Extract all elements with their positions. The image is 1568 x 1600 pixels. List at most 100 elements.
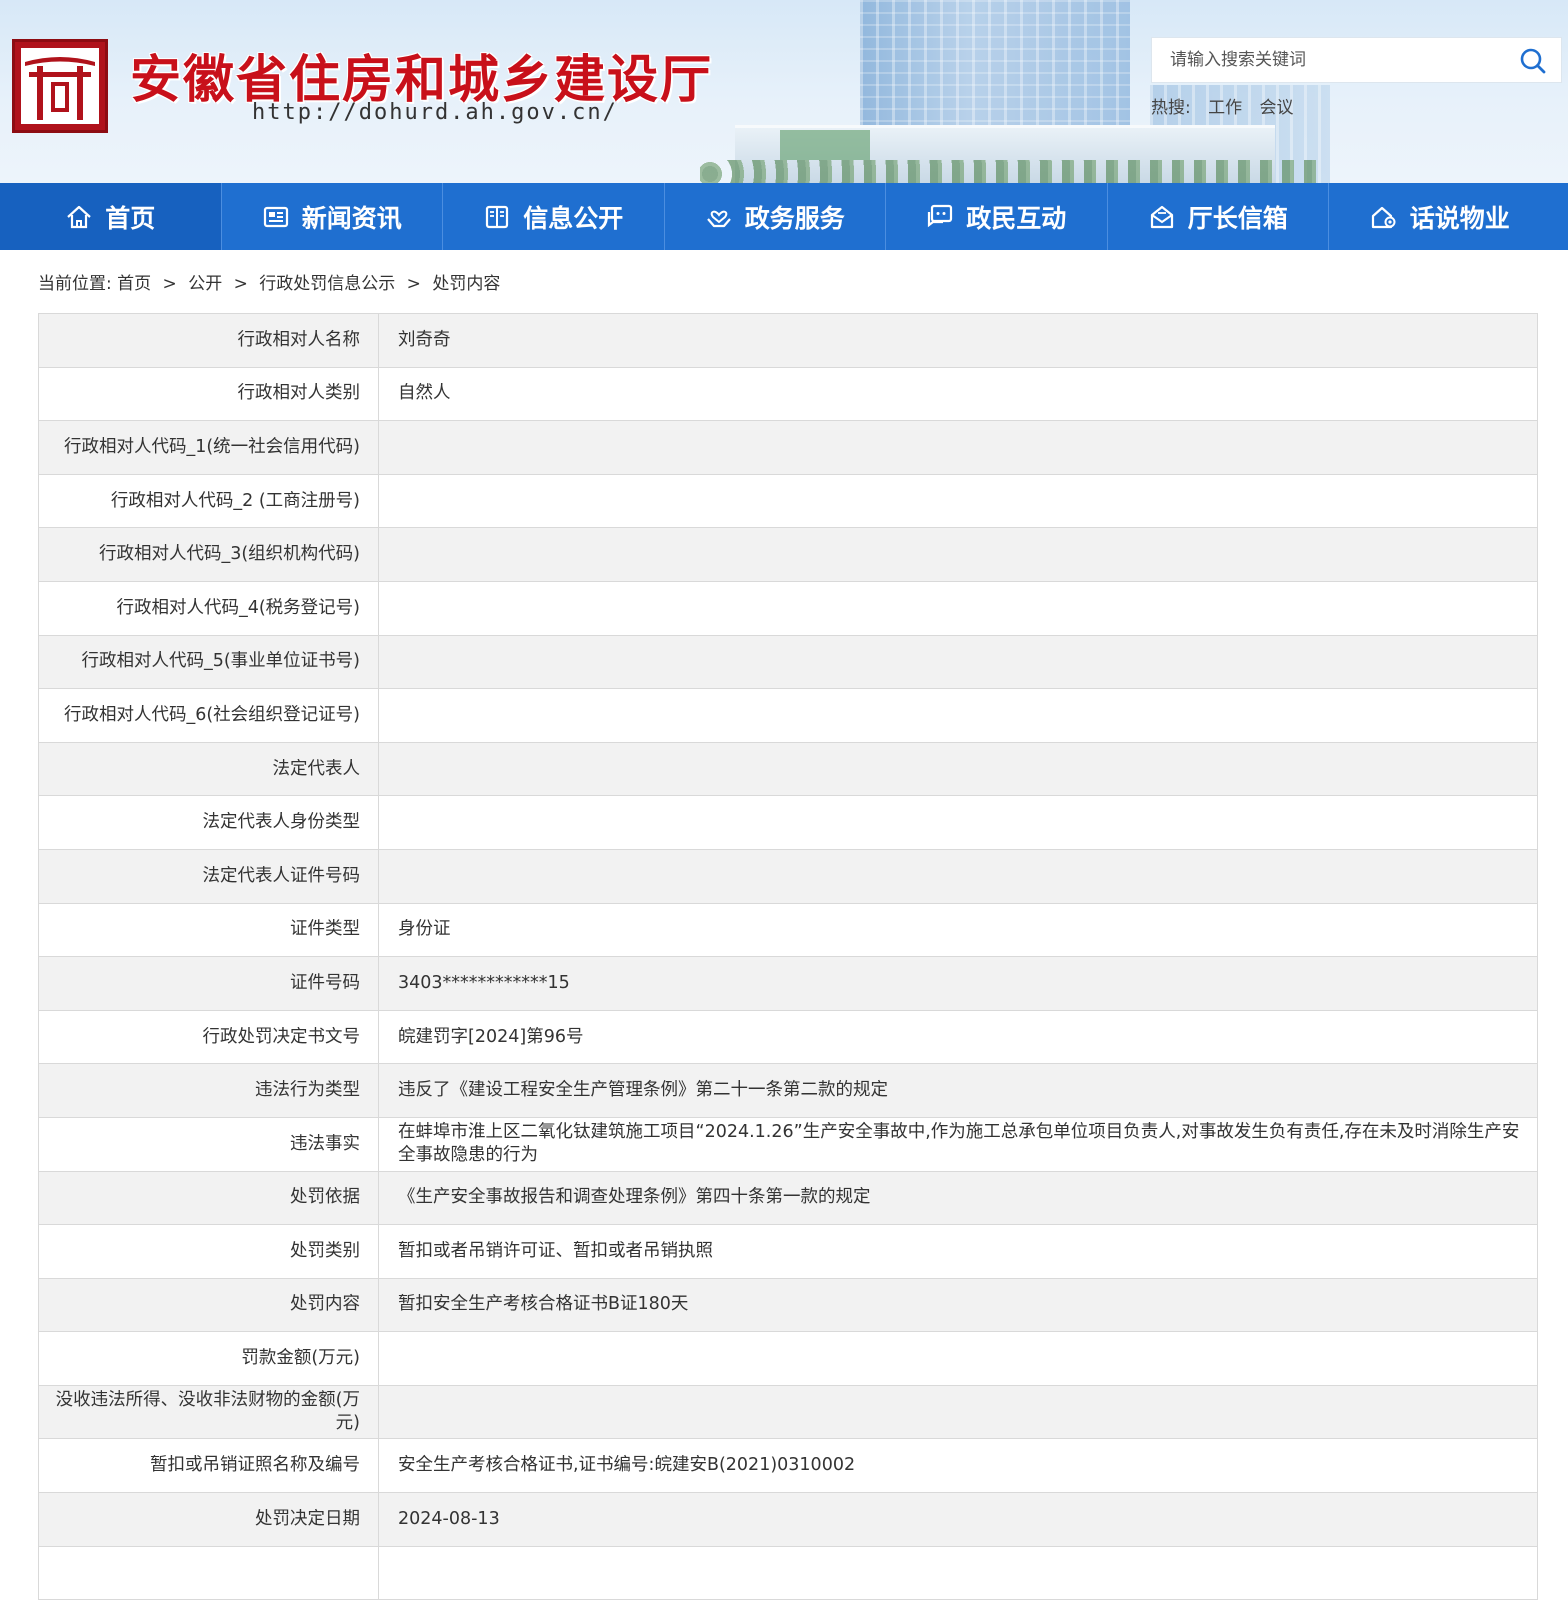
- nav-item-gov-service[interactable]: 政务服务: [665, 183, 886, 250]
- row-value: 暂扣或者吊销许可证、暂扣或者吊销执照: [378, 1224, 1538, 1279]
- row-label: 处罚内容: [38, 1277, 379, 1333]
- row-value: 违反了《建设工程安全生产管理条例》第二十一条第二款的规定: [378, 1063, 1538, 1118]
- table-row: 法定代表人证件号码: [38, 848, 1538, 904]
- row-label: 证件号码: [38, 956, 379, 1011]
- hot-search-label: 热搜:: [1151, 98, 1191, 118]
- home-icon: [67, 205, 91, 228]
- table-row: 法定代表人身份类型: [38, 795, 1538, 850]
- mailbox-icon: [1150, 205, 1173, 228]
- hot-search-link[interactable]: 工作: [1208, 98, 1242, 118]
- row-label: 处罚决定日期: [38, 1492, 379, 1547]
- row-label: 行政相对人代码_2 (工商注册号): [38, 473, 379, 529]
- row-label: 法定代表人身份类型: [38, 795, 379, 850]
- row-label: 行政相对人代码_5(事业单位证书号): [38, 634, 379, 690]
- search-icon[interactable]: [1519, 47, 1547, 75]
- row-value: 安全生产考核合格证书,证书编号:皖建安B(2021)0310002: [378, 1438, 1538, 1494]
- property-icon: [1371, 206, 1396, 228]
- service-hands-icon: [706, 210, 731, 227]
- row-label: 处罚类别: [38, 1224, 379, 1279]
- nav-item-label: 厅长信箱: [1187, 203, 1288, 233]
- search-box: [1151, 37, 1562, 83]
- header-green-wall: [780, 130, 870, 160]
- breadcrumb-item-penalty-info[interactable]: 行政处罚信息公示: [259, 274, 395, 294]
- site-header: 安徽省住房和城乡建设厅 http://dohurd.ah.gov.cn/ 热搜:…: [0, 0, 1568, 183]
- row-label: [38, 1545, 379, 1600]
- nav-item-interaction[interactable]: 政民互动: [886, 183, 1108, 250]
- breadcrumb: 当前位置: 首页 > 公开 > 行政处罚信息公示 > 处罚内容: [38, 269, 500, 294]
- row-label: 法定代表人证件号码: [38, 848, 379, 904]
- table-row: 证件类型 身份证: [38, 902, 1538, 958]
- row-value: 2024-08-13: [378, 1492, 1538, 1547]
- row-value: 自然人: [378, 366, 1538, 422]
- table-row: 行政相对人类别 自然人: [38, 366, 1538, 422]
- table-row: 违法事实 在蚌埠市淮上区二氧化钛建筑施工项目“2024.1.26”生产安全事故中,…: [38, 1116, 1538, 1172]
- table-row: 法定代表人: [38, 741, 1538, 797]
- nav-item-label: 政民互动: [966, 203, 1067, 233]
- row-value: 身份证: [378, 902, 1538, 958]
- row-value: 皖建罚字[2024]第96号: [378, 1009, 1538, 1065]
- hot-search-link[interactable]: 会议: [1260, 98, 1294, 118]
- row-value: [378, 580, 1538, 636]
- row-value: 《生产安全事故报告和调查处理条例》第四十条第一款的规定: [378, 1170, 1538, 1226]
- row-label: 罚款金额(万元): [38, 1331, 379, 1386]
- row-value: 暂扣安全生产考核合格证书B证180天: [378, 1277, 1538, 1333]
- row-value: 3403************15: [378, 956, 1538, 1011]
- row-label: 行政相对人代码_4(税务登记号): [38, 580, 379, 636]
- nav-item-label: 政务服务: [744, 203, 845, 233]
- row-label: 行政相对人代码_1(统一社会信用代码): [38, 420, 379, 475]
- row-value: [378, 634, 1538, 690]
- site-url: http://dohurd.ah.gov.cn/: [252, 100, 618, 125]
- breadcrumb-item-public[interactable]: 公开: [188, 274, 222, 294]
- row-label: 行政相对人名称: [38, 313, 379, 368]
- table-row: 行政相对人代码_4(税务登记号): [38, 580, 1538, 636]
- table-row: 证件号码 3403************15: [38, 956, 1538, 1011]
- table-row: 处罚依据 《生产安全事故报告和调查处理条例》第四十条第一款的规定: [38, 1170, 1538, 1226]
- table-row: 暂扣或吊销证照名称及编号 安全生产考核合格证书,证书编号:皖建安B(2021)03…: [38, 1438, 1538, 1494]
- nav-item-label: 话说物业: [1409, 203, 1510, 233]
- row-value: [378, 1545, 1538, 1600]
- table-row: 行政相对人代码_6(社会组织登记证号): [38, 688, 1538, 743]
- nav-item-property[interactable]: 话说物业: [1329, 183, 1551, 250]
- search-input[interactable]: [1152, 38, 1502, 82]
- table-row: 没收违法所得、没收非法财物的金额(万元): [38, 1384, 1538, 1440]
- table-row: 行政相对人代码_5(事业单位证书号): [38, 634, 1538, 690]
- table-row: 处罚内容 暂扣安全生产考核合格证书B证180天: [38, 1277, 1538, 1333]
- hot-search: 热搜: 工作 会议: [1151, 93, 1306, 118]
- book-icon: [486, 205, 509, 228]
- row-value: [378, 420, 1538, 475]
- row-label: 法定代表人: [38, 741, 379, 797]
- nav-item-news[interactable]: 新闻资讯: [222, 183, 443, 250]
- row-label: 没收违法所得、没收非法财物的金额(万元): [38, 1384, 379, 1440]
- table-row: 罚款金额(万元): [38, 1331, 1538, 1386]
- news-icon: [263, 206, 288, 227]
- row-value: [378, 1384, 1538, 1440]
- row-label: 处罚依据: [38, 1170, 379, 1226]
- table-row: 行政处罚决定书文号 皖建罚字[2024]第96号: [38, 1009, 1538, 1065]
- breadcrumb-item-home[interactable]: 首页: [117, 274, 151, 294]
- table-row: 行政相对人代码_2 (工商注册号): [38, 473, 1538, 529]
- row-value: [378, 795, 1538, 850]
- site-logo-icon[interactable]: [12, 39, 108, 133]
- nav-item-home[interactable]: 首页: [0, 183, 222, 250]
- row-value: [378, 848, 1538, 904]
- nav-item-label: 新闻资讯: [301, 203, 402, 233]
- row-value: [378, 688, 1538, 743]
- row-label: 行政相对人代码_6(社会组织登记证号): [38, 688, 379, 743]
- row-label: 违法行为类型: [38, 1063, 379, 1118]
- header-trees: [700, 160, 1320, 183]
- breadcrumb-separator: >: [406, 274, 421, 294]
- row-label: 违法事实: [38, 1116, 379, 1172]
- table-row: 违法行为类型 违反了《建设工程安全生产管理条例》第二十一条第二款的规定: [38, 1063, 1538, 1118]
- penalty-detail-table: 行政相对人名称 刘奇奇 行政相对人类别 自然人 行政相对人代码_1(统一社会信用代码) 行…: [38, 313, 1538, 1600]
- nav-item-director-mailbox[interactable]: 厅长信箱: [1108, 183, 1329, 250]
- nav-item-label: 首页: [105, 203, 156, 233]
- table-row: 行政相对人代码_3(组织机构代码): [38, 527, 1538, 582]
- table-row: 处罚类别 暂扣或者吊销许可证、暂扣或者吊销执照: [38, 1224, 1538, 1279]
- row-value: 在蚌埠市淮上区二氧化钛建筑施工项目“2024.1.26”生产安全事故中,作为施工…: [378, 1116, 1538, 1172]
- breadcrumb-item-penalty-content[interactable]: 处罚内容: [432, 274, 500, 294]
- row-label: 行政处罚决定书文号: [38, 1009, 379, 1065]
- row-label: 行政相对人类别: [38, 366, 379, 422]
- breadcrumb-prefix: 当前位置:: [38, 274, 112, 294]
- main-nav: 首页 新闻资讯 信息公开 政务服务 政民互动 厅长信箱 话说物业: [0, 183, 1568, 250]
- nav-item-info-disclosure[interactable]: 信息公开: [443, 183, 665, 250]
